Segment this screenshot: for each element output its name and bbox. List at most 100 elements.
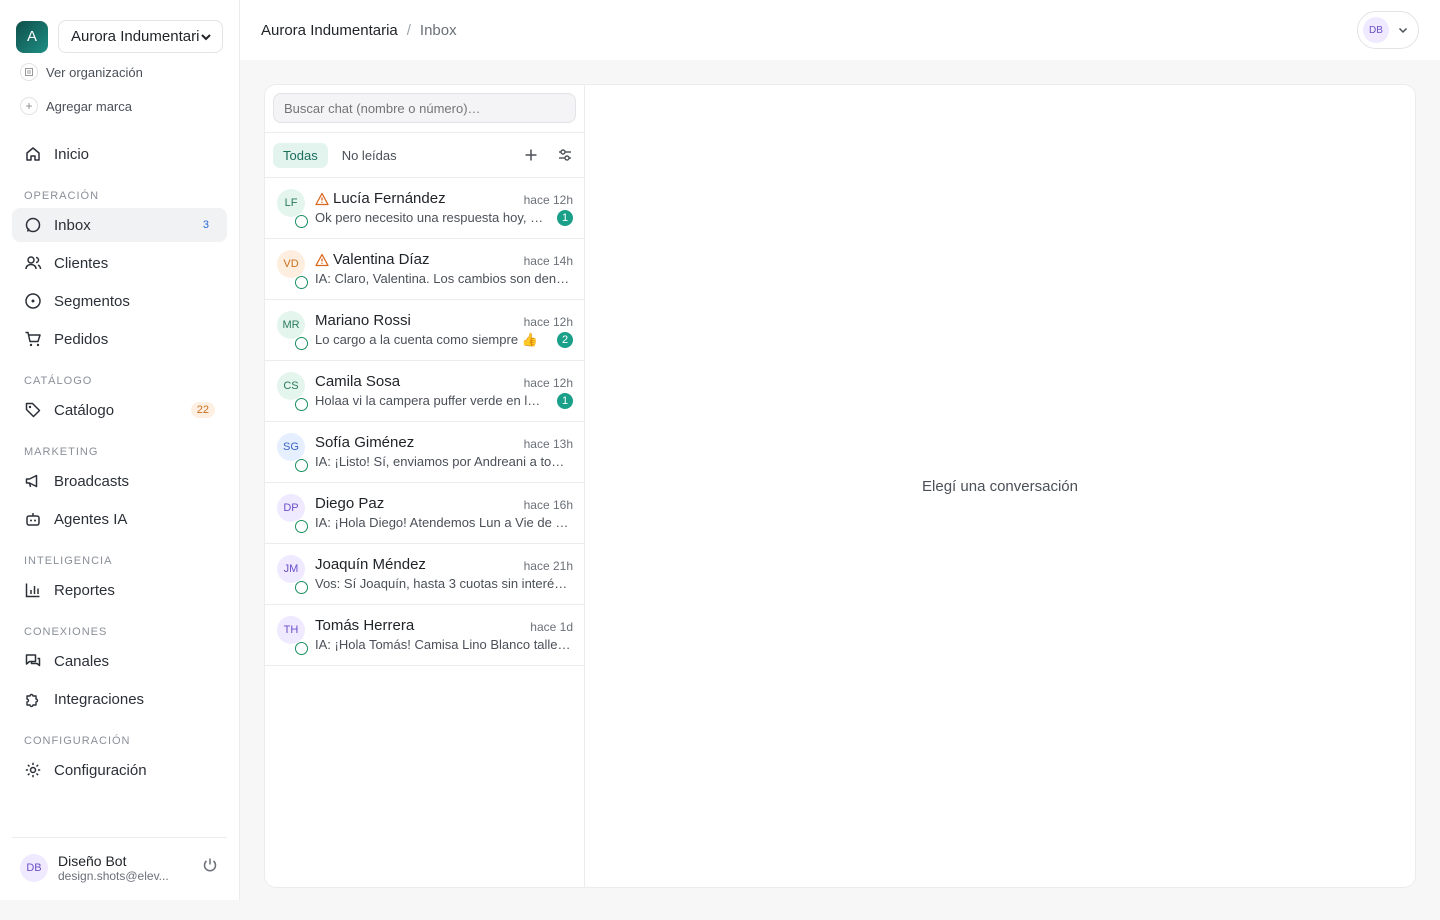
current-user: DB Diseño Bot design.shots@elev... [12,837,227,897]
list-item[interactable]: SG Sofía Giménez hace 13h IA: ¡Listo! Sí, e… [265,422,585,483]
view-organization-label: Ver organización [46,64,143,80]
sidebar-item-canales[interactable]: Canales [12,644,227,678]
chevron-down-icon [201,33,211,40]
contact-name-row: Diego Paz [315,495,384,512]
topbar: Aurora Indumentaria / Inbox DB [240,0,1440,60]
user-menu-button[interactable]: DB [1357,11,1419,49]
sidebar-item-inbox[interactable]: Inbox 3 [12,208,227,242]
list-item[interactable]: LF Lucía Fernández hace 12h Ok pero necesit… [265,178,585,239]
contact-name-row: Mariano Rossi [315,312,411,329]
sidebar-item-label: Inicio [54,145,90,163]
target-icon [25,293,41,309]
warning-icon [315,192,329,205]
contact-name-row: Lucía Fernández [315,190,446,207]
section-label-operacion: Operación [24,190,100,202]
new-chat-button[interactable] [519,143,543,167]
message-preview: Holaa vi la campera puffer verde en la w… [315,393,547,408]
section-label-configuracion: Configuración [24,735,131,747]
avatar: DB [1363,17,1389,43]
avatar: TH [277,616,305,644]
tab-todas[interactable]: Todas [273,142,328,168]
message-preview: IA: ¡Listo! Sí, enviamos por Andreani a … [315,454,571,469]
avatar: SG [277,433,305,461]
contact-name: Lucía Fernández [333,190,446,207]
avatar: VD [277,250,305,278]
avatar: CS [277,372,305,400]
timestamp: hace 16h [523,498,573,512]
contact-name: Camila Sosa [315,373,401,390]
home-icon [26,147,40,161]
list-item[interactable]: DP Diego Paz hace 16h IA: ¡Hola Diego! Aten… [265,483,585,544]
filter-bar: Todas No leídas [265,132,585,178]
whatsapp-icon [295,337,308,350]
sidebar-item-inicio[interactable]: Inicio [12,137,227,171]
list-item[interactable]: TH Tomás Herrera hace 1d IA: ¡Hola Tomás! C… [265,605,585,666]
search-input[interactable] [273,93,576,123]
sidebar-item-label: Configuración [54,761,147,779]
tab-no-leidas[interactable]: No leídas [332,143,407,168]
sidebar-item-label: Inbox [54,216,91,234]
sidebar-item-label: Segmentos [54,292,130,310]
list-item[interactable]: CS Camila Sosa hace 12h Holaa vi la campera… [265,361,585,422]
contact-name-row: Camila Sosa [315,373,400,390]
logout-icon[interactable] [201,856,219,879]
timestamp: hace 12h [523,193,573,207]
timestamp: hace 14h [523,254,573,268]
contact-name: Sofía Giménez [315,434,415,451]
timestamp: hace 21h [523,559,573,573]
users-icon [25,256,42,270]
sidebar-item-agentes-ia[interactable]: Agentes IA [12,502,227,536]
section-label-catalogo: Catálogo [24,375,93,387]
user-email: design.shots@elev... [58,868,169,883]
sidebar-item-reportes[interactable]: Reportes [12,573,227,607]
sidebar-item-pedidos[interactable]: Pedidos [12,322,227,356]
message-preview: Vos: Sí Joaquín, hasta 3 cuotas sin inte… [315,576,571,591]
sidebar-item-clientes[interactable]: Clientes [12,246,227,280]
sidebar-item-label: Broadcasts [54,472,130,490]
filter-settings-button[interactable] [553,143,577,167]
sidebar-item-broadcasts[interactable]: Broadcasts [12,464,227,498]
list-item[interactable]: MR Mariano Rossi hace 12h Lo cargo a la cue… [265,300,585,361]
view-organization-link[interactable]: Ver organización [20,63,143,81]
unread-badge: 1 [557,393,573,409]
contact-name: Tomás Herrera [315,617,415,634]
user-meta: Diseño Bot design.shots@elev... [58,853,191,883]
message-preview: IA: Claro, Valentina. Los cambios son de… [315,271,571,286]
puzzle-icon [26,693,39,708]
sidebar: A Aurora Indumentaria Ver organización +… [0,0,240,900]
sliders-icon [559,149,571,161]
cart-icon [25,331,41,347]
sidebar-item-segmentos[interactable]: Segmentos [12,284,227,318]
sidebar-item-label: Clientes [54,254,109,272]
sidebar-item-configuracion[interactable]: Configuración [12,753,227,787]
message-preview: IA: ¡Hola Tomás! Camisa Lino Blanco tall… [315,637,571,652]
timestamp: hace 12h [523,376,573,390]
avatar: DB [20,853,48,882]
sidebar-item-catalogo[interactable]: Catálogo 22 [12,393,227,427]
inbox-count-badge: 3 [202,219,209,231]
brand-select[interactable]: Aurora Indumentaria [58,20,223,53]
contact-name: Joaquín Méndez [315,556,426,573]
megaphone-icon [25,474,38,488]
section-label-inteligencia: Inteligencia [24,555,113,567]
building-icon [20,63,38,81]
list-item[interactable]: VD Valentina Díaz hace 14h IA: Claro, Valen… [265,239,585,300]
unread-badge: 2 [557,332,573,348]
list-item[interactable]: JM Joaquín Méndez hace 21h Vos: Sí Joaquín,… [265,544,585,605]
add-brand-link[interactable]: + Agregar marca [20,97,132,115]
contact-name: Diego Paz [315,495,385,512]
catalog-count-badge: 22 [190,402,215,418]
plus-icon: + [20,97,38,115]
timestamp: hace 1d [530,620,573,634]
breadcrumb-separator: / [406,21,411,39]
sidebar-item-integraciones[interactable]: Integraciones [12,682,227,716]
breadcrumb-org[interactable]: Aurora Indumentaria [261,22,398,39]
plus-icon [525,149,537,161]
chat-list: Todas No leídas LF Lucía Fernández hace 12… [265,85,585,887]
empty-state: Elegí una conversación [922,477,1078,495]
brand-select-value: Aurora Indumentaria [71,28,200,45]
timestamp: hace 13h [523,437,573,451]
timestamp: hace 12h [523,315,573,329]
message-preview: Lo cargo a la cuenta como siempre 👍 [315,332,538,347]
avatar: MR [277,311,305,339]
